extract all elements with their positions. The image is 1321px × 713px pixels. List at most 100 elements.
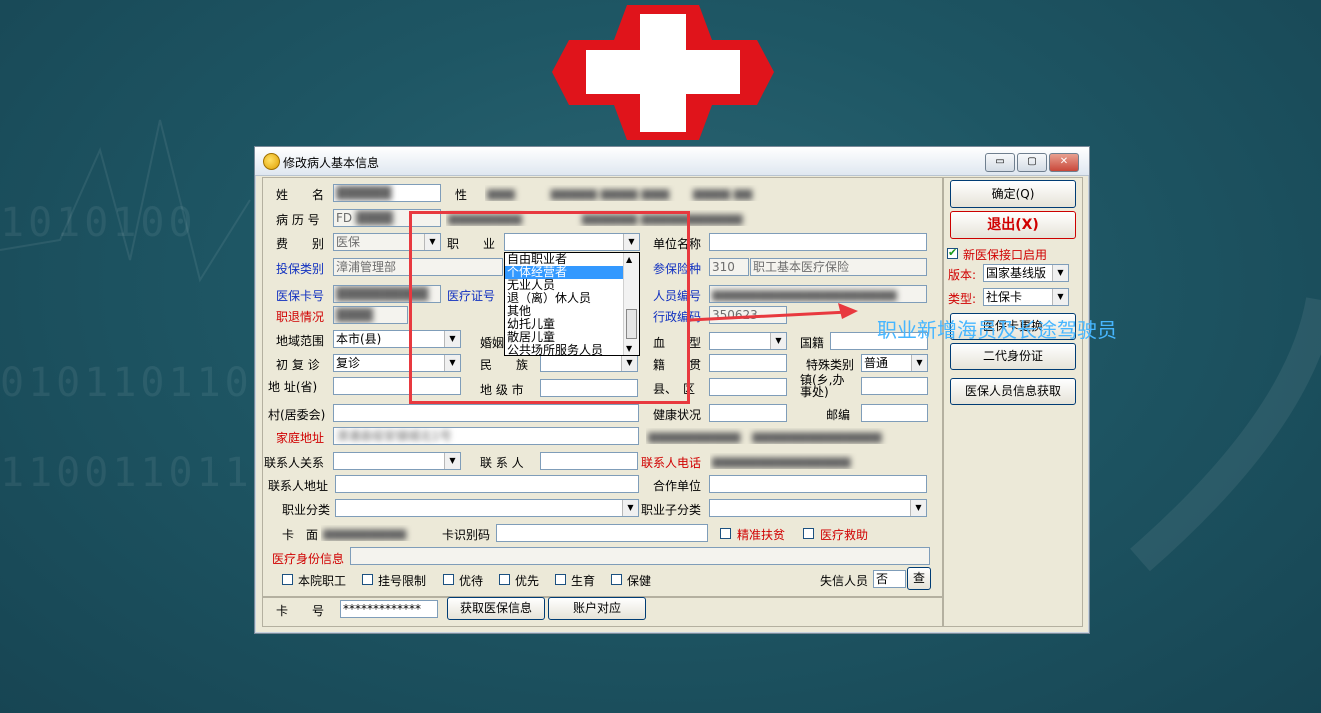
town-label: 镇(乡,办事处) — [800, 373, 845, 399]
staff-label: 本院职工 — [298, 574, 347, 588]
special-type-select[interactable]: 普通 ▼ — [861, 354, 928, 372]
window-title: 修改病人基本信息 — [283, 156, 380, 170]
id-card-button[interactable]: 二代身份证 — [950, 343, 1076, 370]
retire-status-label: 职退情况 — [276, 310, 325, 324]
insure-type-label: 投保类别 — [276, 262, 325, 276]
village-label: 村(居委会) — [268, 408, 326, 422]
get-insurance-button[interactable]: 获取医保信息 — [447, 597, 545, 620]
reg-limit-label: 挂号限制 — [378, 574, 427, 588]
card-no-label: 卡 号 — [276, 604, 325, 618]
name-label: 姓 名 — [276, 188, 325, 202]
maternity-label: 生育 — [571, 574, 596, 588]
health-status-label: 健康状况 — [653, 408, 702, 422]
app-icon — [263, 153, 280, 170]
occupation-class-label: 职业分类 — [282, 503, 331, 517]
med-card-label: 医保卡号 — [276, 289, 325, 303]
unit-name-field[interactable] — [709, 233, 927, 251]
chevron-down-icon[interactable]: ▼ — [444, 453, 460, 469]
contact-field[interactable] — [540, 452, 638, 470]
relief-label: 医疗救助 — [820, 528, 869, 542]
coop-unit-field[interactable] — [709, 475, 927, 493]
chevron-down-icon[interactable]: ▼ — [1052, 289, 1068, 305]
reg-limit-checkbox[interactable] — [362, 574, 373, 585]
ok-button[interactable]: 确定(Q) — [950, 180, 1076, 208]
village-field[interactable] — [333, 404, 639, 422]
card-face-label: 卡 面 — [282, 528, 319, 542]
priority-checkbox[interactable] — [499, 574, 510, 585]
health-status-field[interactable] — [709, 404, 787, 422]
contact-phone-field[interactable]: ▆▆▆▆▆▆▆▆▆▆▆▆▆▆▆ — [709, 452, 927, 470]
chevron-down-icon[interactable]: ▼ — [910, 500, 926, 516]
new-interface-label: 新医保接口启用 — [963, 248, 1048, 262]
contact-address-field[interactable] — [335, 475, 639, 493]
dishonest-label: 失信人员 — [820, 574, 869, 588]
blood-type-select[interactable]: ▼ — [709, 332, 787, 350]
chevron-down-icon[interactable]: ▼ — [622, 500, 638, 516]
healthcare-label: 保健 — [627, 574, 652, 588]
chevron-down-icon[interactable]: ▼ — [770, 333, 786, 349]
postcode-field[interactable] — [861, 404, 928, 422]
healthcare-checkbox[interactable] — [611, 574, 622, 585]
chevron-down-icon[interactable]: ▼ — [1052, 265, 1068, 281]
staff-checkbox[interactable] — [282, 574, 293, 585]
occupation-subclass-label: 职业子分类 — [641, 503, 702, 517]
town-field[interactable] — [861, 377, 928, 395]
name-field[interactable]: ██████ — [333, 184, 441, 202]
native-place-field[interactable] — [709, 354, 787, 372]
version-select[interactable]: 国家基线版 ▼ — [983, 264, 1069, 282]
record-no-label: 病 历 号 — [276, 213, 320, 227]
window-titlebar: 修改病人基本信息 ▭ ▢ ✕ — [255, 147, 1089, 176]
version-label: 版本: — [948, 268, 977, 282]
occupation-class-select[interactable]: ▼ — [335, 499, 639, 517]
nationality-label: 国籍 — [800, 336, 825, 350]
preferential-checkbox[interactable] — [443, 574, 454, 585]
type-label: 类型: — [948, 292, 977, 306]
maximize-button[interactable]: ▢ — [1017, 153, 1047, 172]
minimize-button[interactable]: ▭ — [985, 153, 1015, 172]
visit-type-label: 初 复 诊 — [276, 358, 320, 372]
preferential-label: 优待 — [459, 574, 484, 588]
contact-label: 联 系 人 — [480, 456, 524, 470]
card-face-field: ▆▆▆▆▆▆▆▆▆ — [323, 526, 407, 540]
card-id-label: 卡识别码 — [442, 528, 491, 542]
maternity-checkbox[interactable] — [555, 574, 566, 585]
fee-type-label: 费 别 — [276, 237, 325, 251]
highlight-box — [409, 211, 690, 404]
chevron-down-icon[interactable]: ▼ — [911, 355, 927, 371]
card-no-field[interactable]: ************* — [340, 600, 438, 618]
account-match-button[interactable]: 账户对应 — [548, 597, 646, 620]
red-cross-logo — [552, 5, 774, 140]
contact-relation-label: 联系人关系 — [264, 456, 325, 470]
type-select[interactable]: 社保卡 ▼ — [983, 288, 1069, 306]
dishonest-field[interactable]: 否 — [873, 570, 906, 588]
new-interface-checkbox[interactable] — [947, 246, 958, 259]
coop-unit-label: 合作单位 — [653, 479, 702, 493]
home-address-label: 家庭地址 — [276, 431, 325, 445]
address-province-label: 地 址(省) — [268, 380, 318, 394]
contact-relation-select[interactable]: ▼ — [333, 452, 461, 470]
med-identity-field — [350, 547, 930, 565]
exit-button[interactable]: 退出(X) — [950, 211, 1076, 239]
home-address-field[interactable]: 漳浦县绥安镇城北1号 — [333, 427, 639, 445]
relief-checkbox[interactable] — [803, 528, 814, 539]
sex-label: 性 — [455, 188, 468, 202]
insurance-kind-field[interactable]: 职工基本医疗保险 — [750, 258, 927, 276]
occupation-subclass-select[interactable]: ▼ — [709, 499, 927, 517]
insurance-kind-code[interactable]: 310 — [709, 258, 749, 276]
fetch-insured-info-button[interactable]: 医保人员信息获取 — [950, 378, 1076, 405]
contact-phone-label: 联系人电话 — [641, 456, 702, 470]
county-field[interactable] — [709, 378, 787, 396]
query-button[interactable]: 查 — [907, 567, 931, 590]
poverty-label: 精准扶贫 — [737, 528, 786, 542]
contact-address-label: 联系人地址 — [268, 479, 329, 493]
close-button[interactable]: ✕ — [1049, 153, 1079, 172]
card-id-field[interactable] — [496, 524, 708, 542]
priority-label: 优先 — [515, 574, 540, 588]
annotation-text: 职业新增海员及长途驾驶员 — [877, 318, 1117, 342]
med-identity-label: 医疗身份信息 — [272, 552, 345, 566]
poverty-checkbox[interactable] — [720, 528, 731, 539]
retire-status-field[interactable]: ████ — [333, 306, 408, 324]
home-address-extra: ▆▆▆▆▆▆▆▆▆▆ ▆▆▆▆▆▆▆▆▆▆▆▆▆▆ — [648, 429, 882, 443]
sex-field[interactable]: ▆▆▆ ▆▆▆▆▆ ▆▆▆▆ ▆▆▆ ▆▆▆▆ ▆▆ — [484, 184, 926, 202]
special-type-label: 特殊类别 — [806, 358, 855, 372]
